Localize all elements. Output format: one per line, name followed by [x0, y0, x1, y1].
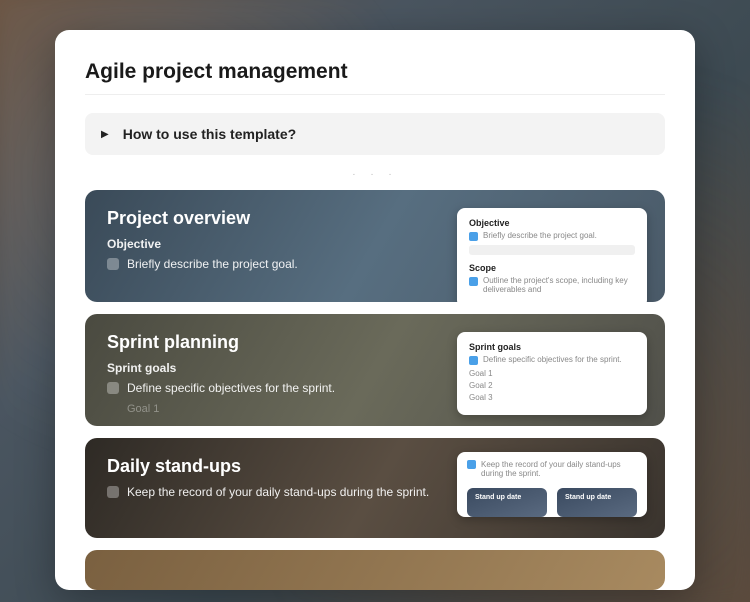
preview-line: Define specific objectives for the sprin… — [469, 355, 635, 365]
checkbox-icon[interactable] — [107, 258, 119, 270]
preview-title: Scope — [469, 263, 635, 273]
caret-right-icon: ▶ — [101, 129, 109, 140]
card-row-text: Keep the record of your daily stand-ups … — [127, 485, 429, 499]
info-icon — [469, 277, 478, 286]
card-row-text: Define specific objectives for the sprin… — [127, 381, 335, 395]
preview-text: Keep the record of your daily stand-ups … — [481, 460, 637, 478]
preview-line: Briefly describe the project goal. — [469, 231, 635, 241]
card-project-overview[interactable]: Project overview Objective Briefly descr… — [85, 190, 665, 302]
preview-title: Objective — [469, 218, 635, 228]
info-icon — [469, 356, 478, 365]
info-icon — [469, 232, 478, 241]
document-page: Agile project management ▶ How to use th… — [55, 30, 695, 590]
page-title: Agile project management — [85, 60, 665, 95]
preview-text: Briefly describe the project goal. — [483, 231, 597, 240]
checkbox-icon[interactable] — [107, 382, 119, 394]
preview-text: Define specific objectives for the sprin… — [483, 355, 622, 364]
howto-toggle[interactable]: ▶ How to use this template? — [85, 113, 665, 155]
card-preview: Sprint goals Define specific objectives … — [457, 332, 647, 415]
howto-label: How to use this template? — [123, 126, 296, 142]
card-daily-standups[interactable]: Daily stand-ups Keep the record of your … — [85, 438, 665, 538]
thumb-row: Stand up date Stand up date — [467, 488, 637, 517]
preview-line: Outline the project's scope, including k… — [469, 276, 635, 294]
preview-line: Keep the record of your daily stand-ups … — [467, 460, 637, 478]
card-list: Project overview Objective Briefly descr… — [85, 190, 665, 590]
card-cutoff[interactable] — [85, 550, 665, 590]
preview-goal: Goal 3 — [469, 393, 635, 402]
divider-dots: · · · — [85, 169, 665, 180]
card-sprint-planning[interactable]: Sprint planning Sprint goals Define spec… — [85, 314, 665, 426]
standup-thumb: Stand up date — [557, 488, 637, 517]
card-preview: Objective Briefly describe the project g… — [457, 208, 647, 302]
preview-goal: Goal 1 — [469, 369, 635, 378]
preview-title: Sprint goals — [469, 342, 635, 352]
backdrop: Agile project management ▶ How to use th… — [0, 0, 750, 602]
info-icon — [467, 460, 476, 469]
placeholder-bar — [469, 245, 635, 255]
preview-text: Outline the project's scope, including k… — [483, 276, 635, 294]
card-row-text: Briefly describe the project goal. — [127, 257, 298, 271]
preview-goal: Goal 2 — [469, 381, 635, 390]
checkbox-icon[interactable] — [107, 486, 119, 498]
card-preview: Keep the record of your daily stand-ups … — [457, 452, 647, 517]
standup-thumb: Stand up date — [467, 488, 547, 517]
